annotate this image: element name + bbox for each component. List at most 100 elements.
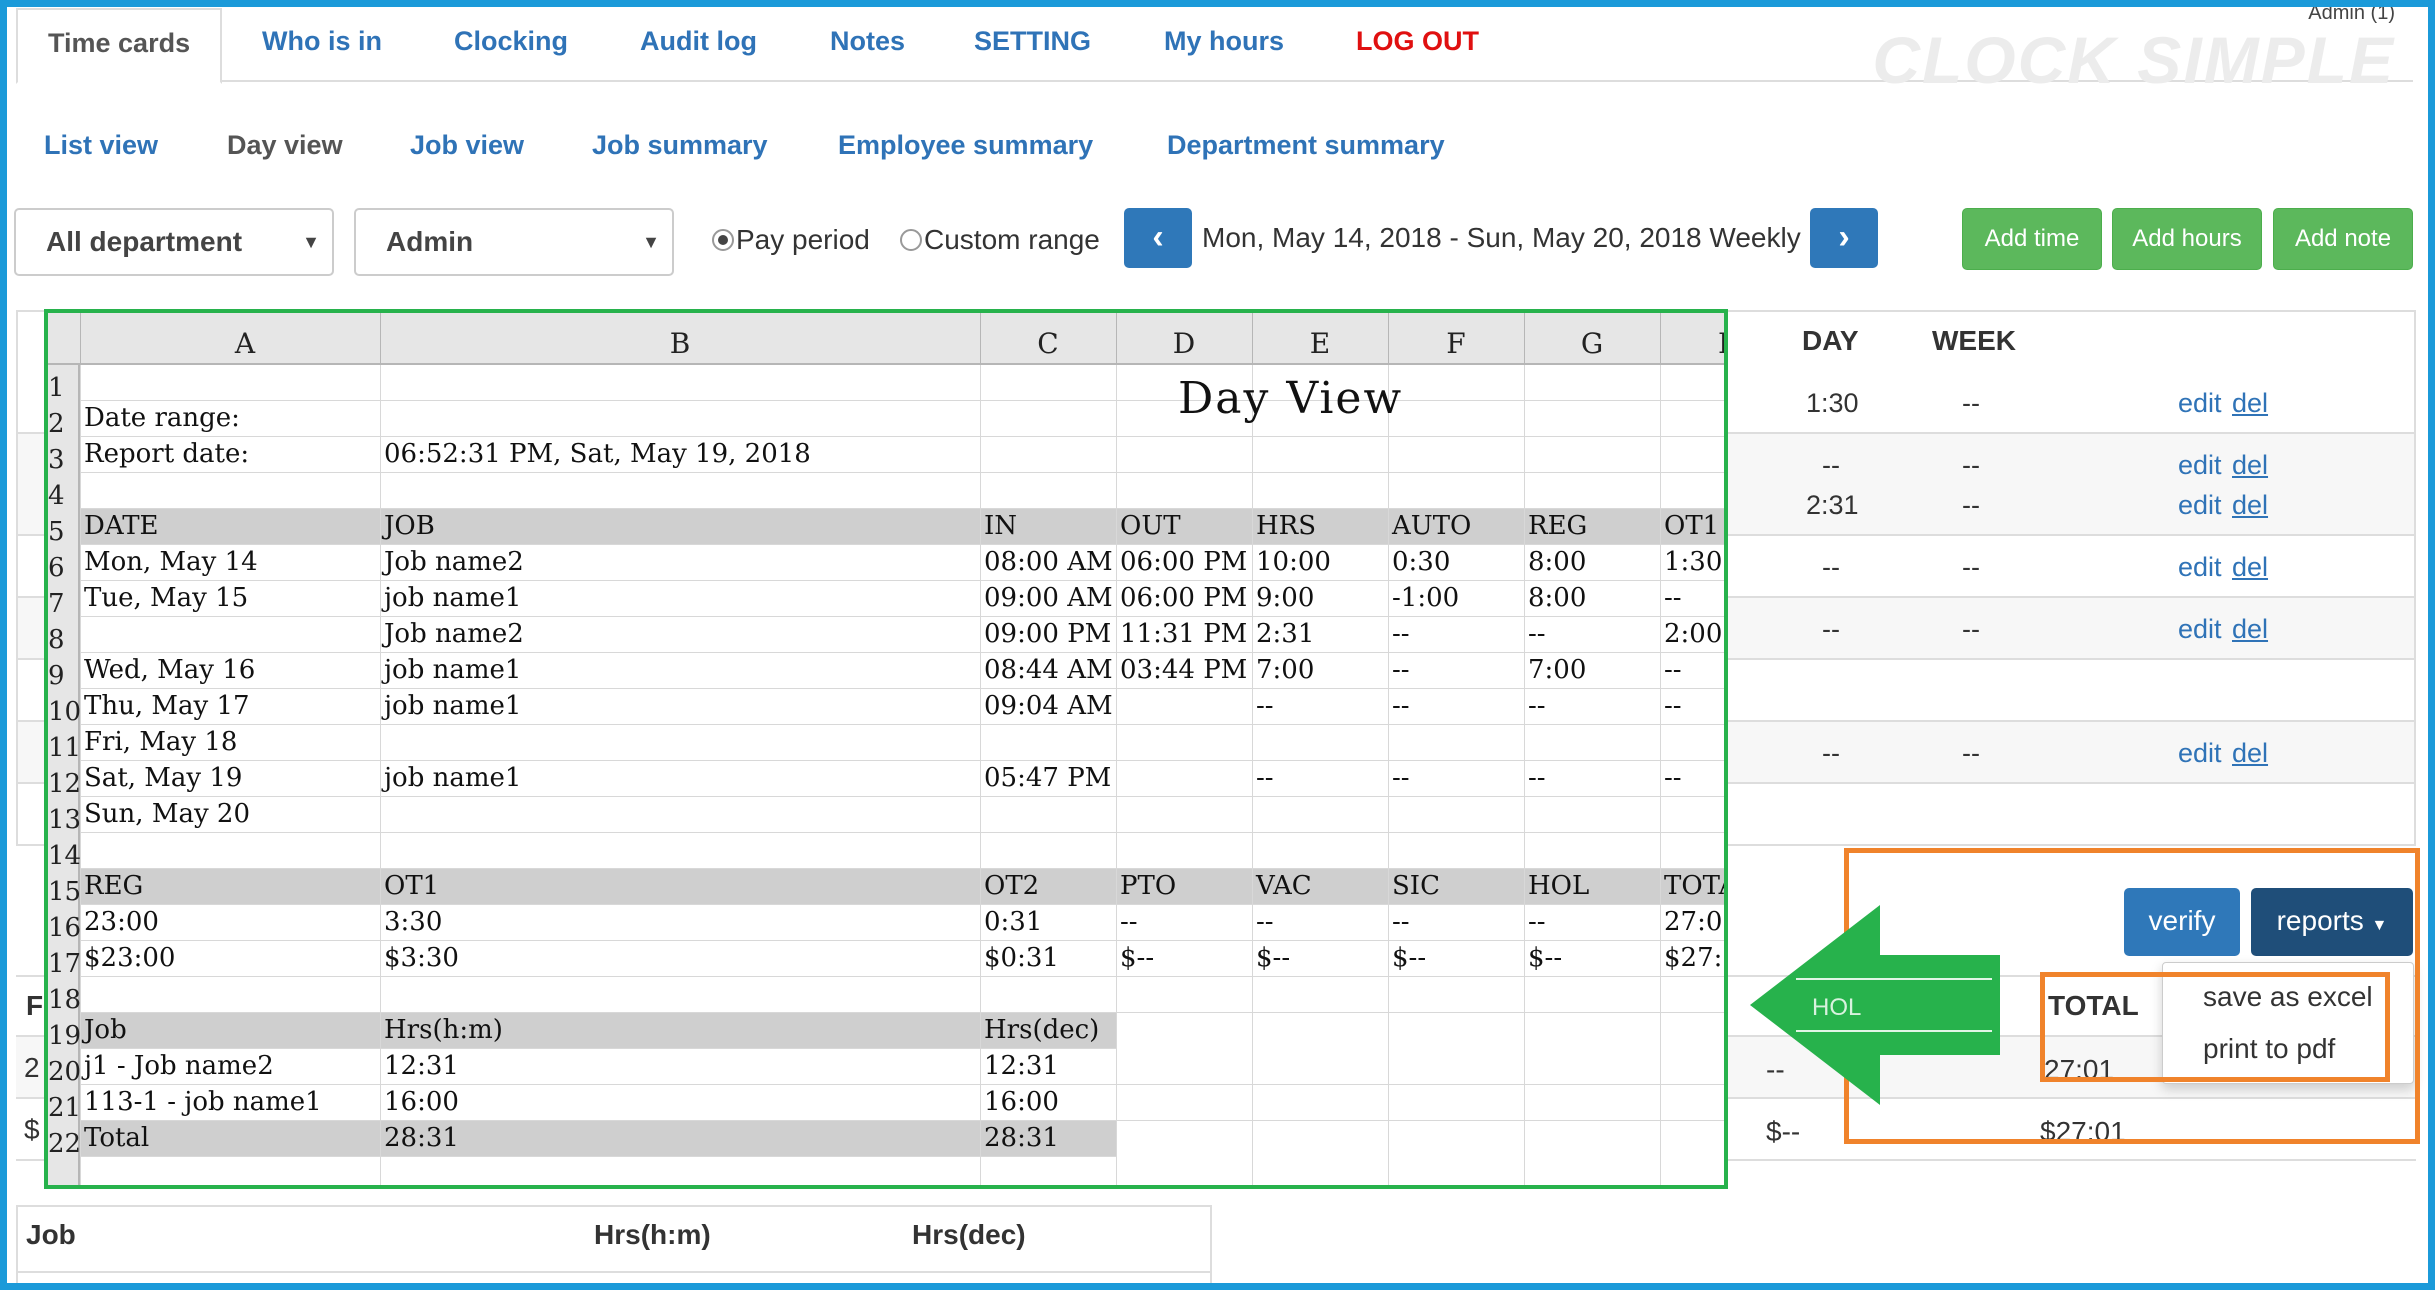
- edit-link[interactable]: edit: [2178, 614, 2222, 645]
- add-time-button[interactable]: Add time: [1962, 208, 2102, 270]
- excel-cell: --: [1664, 583, 1682, 613]
- col-header-week: WEEK: [1932, 325, 2016, 356]
- row-number: 13: [48, 805, 82, 835]
- summary-header-cut: F: [26, 990, 44, 1021]
- row-number: 2: [48, 409, 65, 439]
- row-number: 5: [48, 517, 65, 547]
- job-cell: 16:00: [384, 1087, 459, 1117]
- row-number: 7: [48, 589, 65, 619]
- edit-link[interactable]: edit: [2178, 490, 2222, 521]
- excel-row: [80, 365, 1724, 401]
- arrow-left-icon: HOL: [1750, 905, 2000, 1105]
- delete-link[interactable]: del: [2232, 614, 2268, 645]
- excel-cell: 08:44 AM: [984, 655, 1113, 685]
- job-cell: 12:31: [384, 1051, 459, 1081]
- edit-link[interactable]: edit: [2178, 450, 2222, 481]
- excel-row: [80, 725, 1724, 761]
- prev-period-button[interactable]: ‹: [1124, 208, 1192, 268]
- excel-cell: Wed, May 16: [84, 655, 256, 685]
- totals-header-cell: HOL: [1528, 871, 1590, 901]
- col-letter-h: H: [1660, 327, 1724, 360]
- excel-row: [80, 869, 1724, 905]
- delete-link[interactable]: del: [2232, 450, 2268, 481]
- radio-custom-range[interactable]: Custom range: [900, 224, 1100, 256]
- col-letter-a: A: [234, 327, 256, 360]
- row-number: 11: [48, 733, 82, 763]
- row-number: 20: [48, 1057, 82, 1087]
- row-number: 21: [48, 1093, 82, 1123]
- user-label[interactable]: Admin (1): [2308, 2, 2395, 25]
- delete-link[interactable]: del: [2232, 490, 2268, 521]
- excel-header-cell: OUT: [1120, 511, 1181, 541]
- add-hours-button[interactable]: Add hours: [2112, 208, 2262, 270]
- summary-cell-cut: 2: [24, 1052, 40, 1083]
- row-number: 8: [48, 625, 65, 655]
- excel-cell: 2:00: [1664, 619, 1723, 649]
- excel-cell: 1:30: [1664, 547, 1723, 577]
- tab-notes[interactable]: Notes: [830, 8, 905, 82]
- col-header-day: DAY: [1802, 325, 1859, 356]
- tab-time-cards[interactable]: Time cards: [16, 8, 223, 84]
- edit-link[interactable]: edit: [2178, 388, 2222, 419]
- divider: [1252, 365, 1253, 1185]
- row-number: 3: [48, 445, 65, 475]
- summary-cell-cut: $: [24, 1114, 40, 1145]
- week-value: --: [1962, 490, 1980, 520]
- tab-my-hours[interactable]: My hours: [1164, 8, 1284, 82]
- excel-cell: Sat, May 19: [84, 763, 243, 793]
- tab-setting[interactable]: SETTING: [974, 8, 1091, 82]
- job-cell: 16:00: [984, 1087, 1059, 1117]
- excel-cell: --: [1392, 691, 1410, 721]
- totals-hours-cell: --: [1528, 907, 1546, 937]
- summary-hol-money: $--: [1766, 1116, 1801, 1147]
- divider: [80, 365, 81, 1185]
- totals-header-cell: SIC: [1392, 871, 1440, 901]
- excel-cell: job name1: [384, 583, 522, 613]
- row-number: 19: [48, 1021, 82, 1051]
- subtab-job-view[interactable]: Job view: [410, 130, 524, 161]
- delete-link[interactable]: del: [2232, 388, 2268, 419]
- col-letter-g: G: [1580, 327, 1604, 360]
- add-note-button[interactable]: Add note: [2273, 208, 2413, 270]
- delete-link[interactable]: del: [2232, 738, 2268, 769]
- totals-hours-cell: 3:30: [384, 907, 443, 937]
- edit-link[interactable]: edit: [2178, 738, 2222, 769]
- radio-unchecked-icon[interactable]: [900, 229, 922, 251]
- department-select[interactable]: All department ▼: [14, 208, 334, 276]
- excel-cell: 08:00 AM: [984, 547, 1113, 577]
- excel-column-header: A B C D E F G H: [48, 313, 1724, 365]
- subtab-list-view[interactable]: List view: [44, 130, 158, 161]
- radio-checked-icon[interactable]: [712, 229, 734, 251]
- excel-cell: 8:00: [1528, 583, 1587, 613]
- radio-custom-range-label: Custom range: [924, 224, 1100, 255]
- subtab-employee-summary[interactable]: Employee summary: [838, 130, 1093, 161]
- excel-cell: Job name2: [384, 547, 524, 577]
- department-select-value: All department: [46, 226, 243, 257]
- tab-audit-log[interactable]: Audit log: [640, 8, 757, 82]
- excel-header-cell: REG: [1528, 511, 1588, 541]
- col-letter-f: F: [1446, 327, 1466, 360]
- totals-money-cell: $23:00: [84, 943, 176, 973]
- excel-row: [80, 1049, 1724, 1085]
- job-total-cell: 28:31: [984, 1123, 1059, 1153]
- excel-header-cell: HRS: [1256, 511, 1317, 541]
- tab-log-out[interactable]: LOG OUT: [1356, 8, 1479, 82]
- excel-row: [80, 1121, 1116, 1157]
- divider: [1660, 365, 1661, 1185]
- subtab-department-summary[interactable]: Department summary: [1167, 130, 1445, 161]
- job-header-cell: Job: [84, 1015, 127, 1045]
- excel-cell: 7:00: [1256, 655, 1315, 685]
- subtab-day-view[interactable]: Day view: [227, 130, 343, 161]
- edit-link[interactable]: edit: [2178, 552, 2222, 583]
- employee-select[interactable]: Admin ▼: [354, 208, 674, 276]
- tab-clocking[interactable]: Clocking: [454, 8, 568, 82]
- tab-who-is-in[interactable]: Who is in: [262, 8, 382, 82]
- totals-money-cell: $--: [1392, 943, 1427, 973]
- delete-link[interactable]: del: [2232, 552, 2268, 583]
- excel-header-cell: JOB: [384, 511, 435, 541]
- week-value: --: [1962, 614, 1980, 644]
- radio-pay-period[interactable]: Pay period: [712, 224, 870, 256]
- subtab-job-summary[interactable]: Job summary: [592, 130, 768, 161]
- next-period-button[interactable]: ›: [1810, 208, 1878, 268]
- excel-row: [80, 1013, 1116, 1049]
